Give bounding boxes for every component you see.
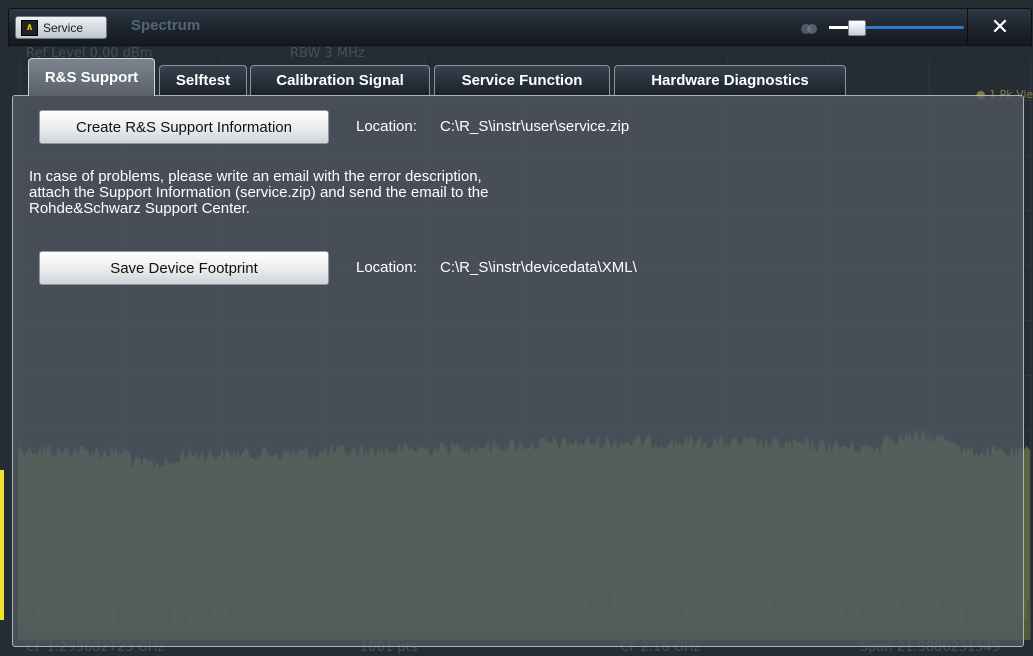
tab-calibration-signal[interactable]: Calibration Signal (250, 65, 430, 95)
rs-logo-icon: ∧ (21, 19, 38, 36)
close-button[interactable]: ✕ (967, 9, 1032, 45)
footprint-location-label: Location: (356, 259, 417, 276)
background-yellow-marker-bar (0, 470, 4, 620)
footprint-location-value: C:\R_S\instr\devicedata\XML\ (440, 259, 637, 276)
create-location-label: Location: (356, 118, 417, 135)
problem-instructions-text: In case of problems, please write an ema… (29, 169, 629, 217)
create-location-value: C:\R_S\instr\user\service.zip (440, 118, 630, 135)
problem-text-line: attach the Support Information (service.… (29, 184, 489, 201)
dialog-title-bar: ∧ Service Spectrum ✕ (8, 8, 1032, 46)
service-app-tab-label: Service (43, 20, 84, 35)
transparency-slider[interactable] (829, 20, 964, 36)
problem-text-line: Rohde&Schwarz Support Center. (29, 200, 250, 217)
rs-support-panel: Create R&S Support Information Location:… (12, 95, 1024, 647)
problem-text-line: In case of problems, please write an ema… (29, 168, 482, 185)
tab-rs-support[interactable]: R&S Support (28, 58, 155, 96)
tab-selftest[interactable]: Selftest (159, 65, 247, 95)
tab-service-function[interactable]: Service Function (434, 65, 610, 95)
spectrum-background-tab-label: Spectrum (131, 17, 201, 34)
tab-hardware-diagnostics[interactable]: Hardware Diagnostics (614, 65, 846, 95)
service-app-tab[interactable]: ∧ Service (15, 16, 107, 39)
service-dialog: R&S Support Selftest Calibration Signal … (10, 46, 1028, 650)
save-device-footprint-button[interactable]: Save Device Footprint (39, 251, 329, 285)
slider-thumb[interactable] (848, 20, 866, 36)
transparency-icon (801, 24, 817, 34)
create-support-information-button[interactable]: Create R&S Support Information (39, 110, 329, 144)
